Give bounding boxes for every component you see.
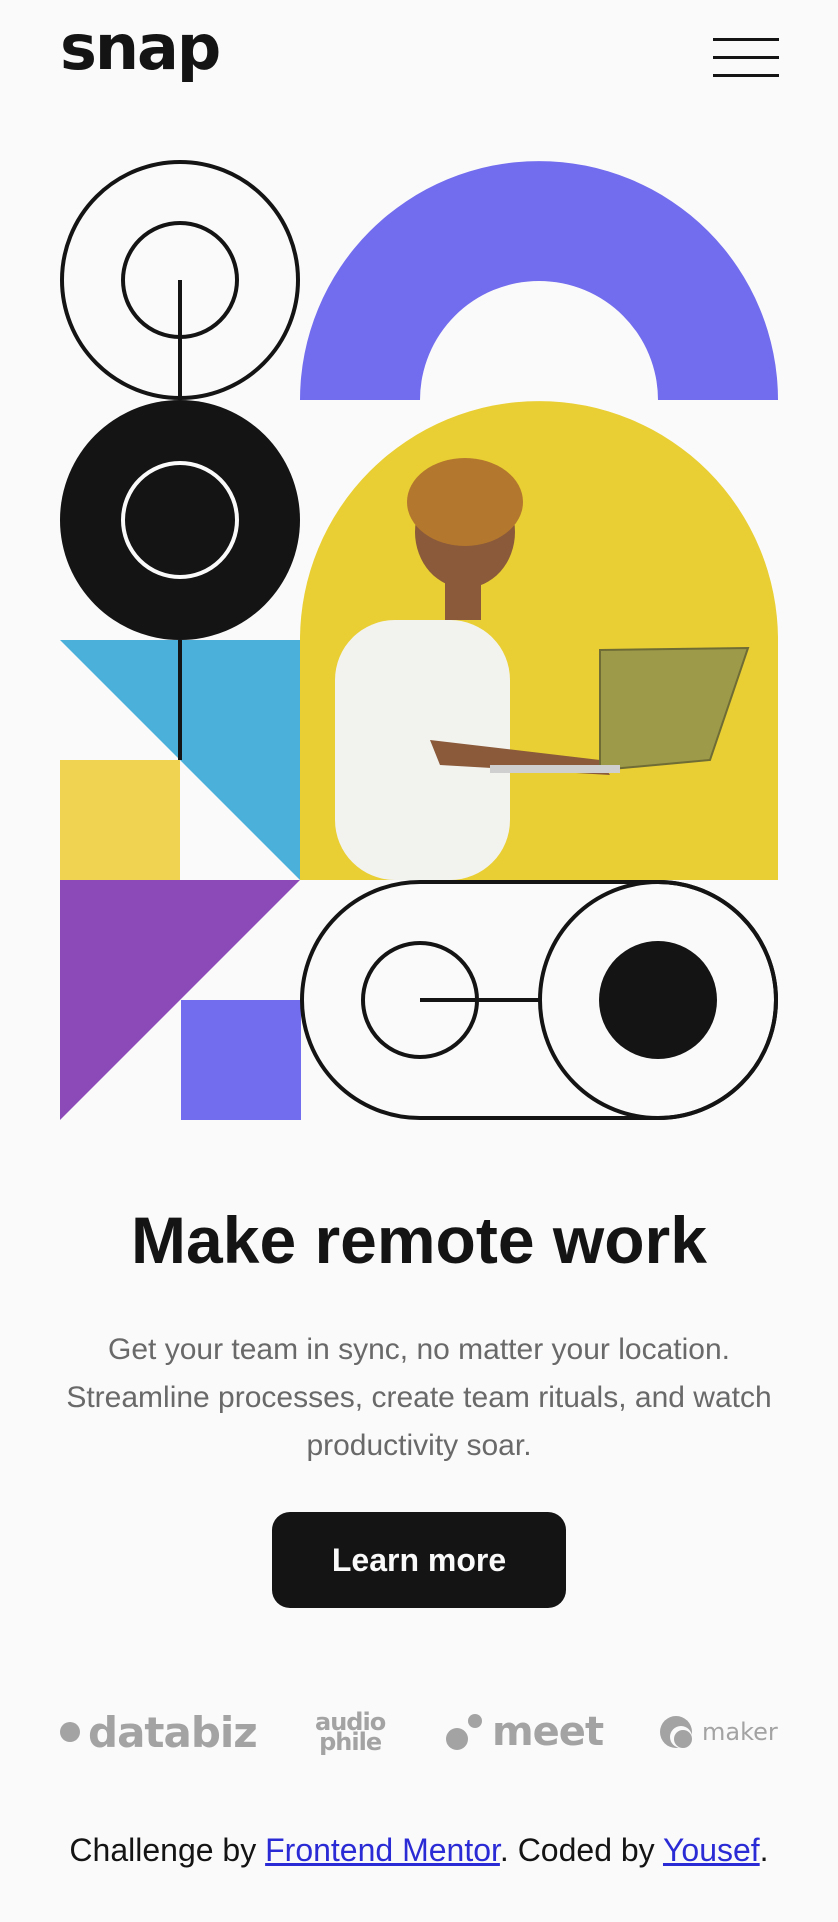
attribution-prefix: Challenge by — [69, 1832, 266, 1868]
maker-label: maker — [702, 1718, 778, 1746]
page-title: Make remote work — [131, 1203, 707, 1277]
meet-logo: meet — [446, 1700, 604, 1764]
page: snap Make remote work Get your team in s… — [0, 0, 838, 1922]
attribution: Challenge by Frontend Mentor. Coded by Y… — [0, 1826, 838, 1874]
purple-square — [181, 1000, 301, 1120]
header: snap — [0, 0, 838, 110]
attribution-middle: . Coded by — [499, 1832, 663, 1868]
hero-illustration — [0, 150, 838, 1130]
logo[interactable]: snap — [60, 12, 221, 84]
databiz-label: databiz — [88, 1707, 258, 1757]
pill-filled-circle — [599, 941, 717, 1059]
purple-arch — [300, 161, 778, 400]
author-link[interactable]: Yousef — [663, 1832, 760, 1868]
meet-dots-icon — [446, 1714, 482, 1750]
hamburger-icon — [713, 56, 779, 59]
hamburger-icon — [713, 74, 779, 77]
audiophile-bottom: phile — [319, 1728, 382, 1756]
hero-svg — [60, 160, 778, 1120]
databiz-logo: databiz — [60, 1700, 258, 1764]
black-circle — [60, 400, 300, 640]
meet-label: meet — [492, 1709, 604, 1755]
maker-icon — [660, 1716, 692, 1748]
learn-more-button[interactable]: Learn more — [272, 1512, 566, 1608]
maker-logo: maker — [660, 1700, 778, 1764]
attribution-suffix: . — [759, 1832, 769, 1868]
subtitle: Get your team in sync, no matter your lo… — [66, 1333, 772, 1462]
menu-button[interactable] — [713, 38, 779, 78]
frontend-mentor-link[interactable]: Frontend Mentor — [265, 1832, 500, 1868]
databiz-dot-icon — [60, 1722, 80, 1742]
client-logos: databiz audio phile meet maker — [0, 1700, 838, 1764]
yellow-square — [60, 760, 180, 880]
hamburger-icon — [713, 38, 779, 41]
audiophile-logo: audio phile — [315, 1700, 386, 1764]
